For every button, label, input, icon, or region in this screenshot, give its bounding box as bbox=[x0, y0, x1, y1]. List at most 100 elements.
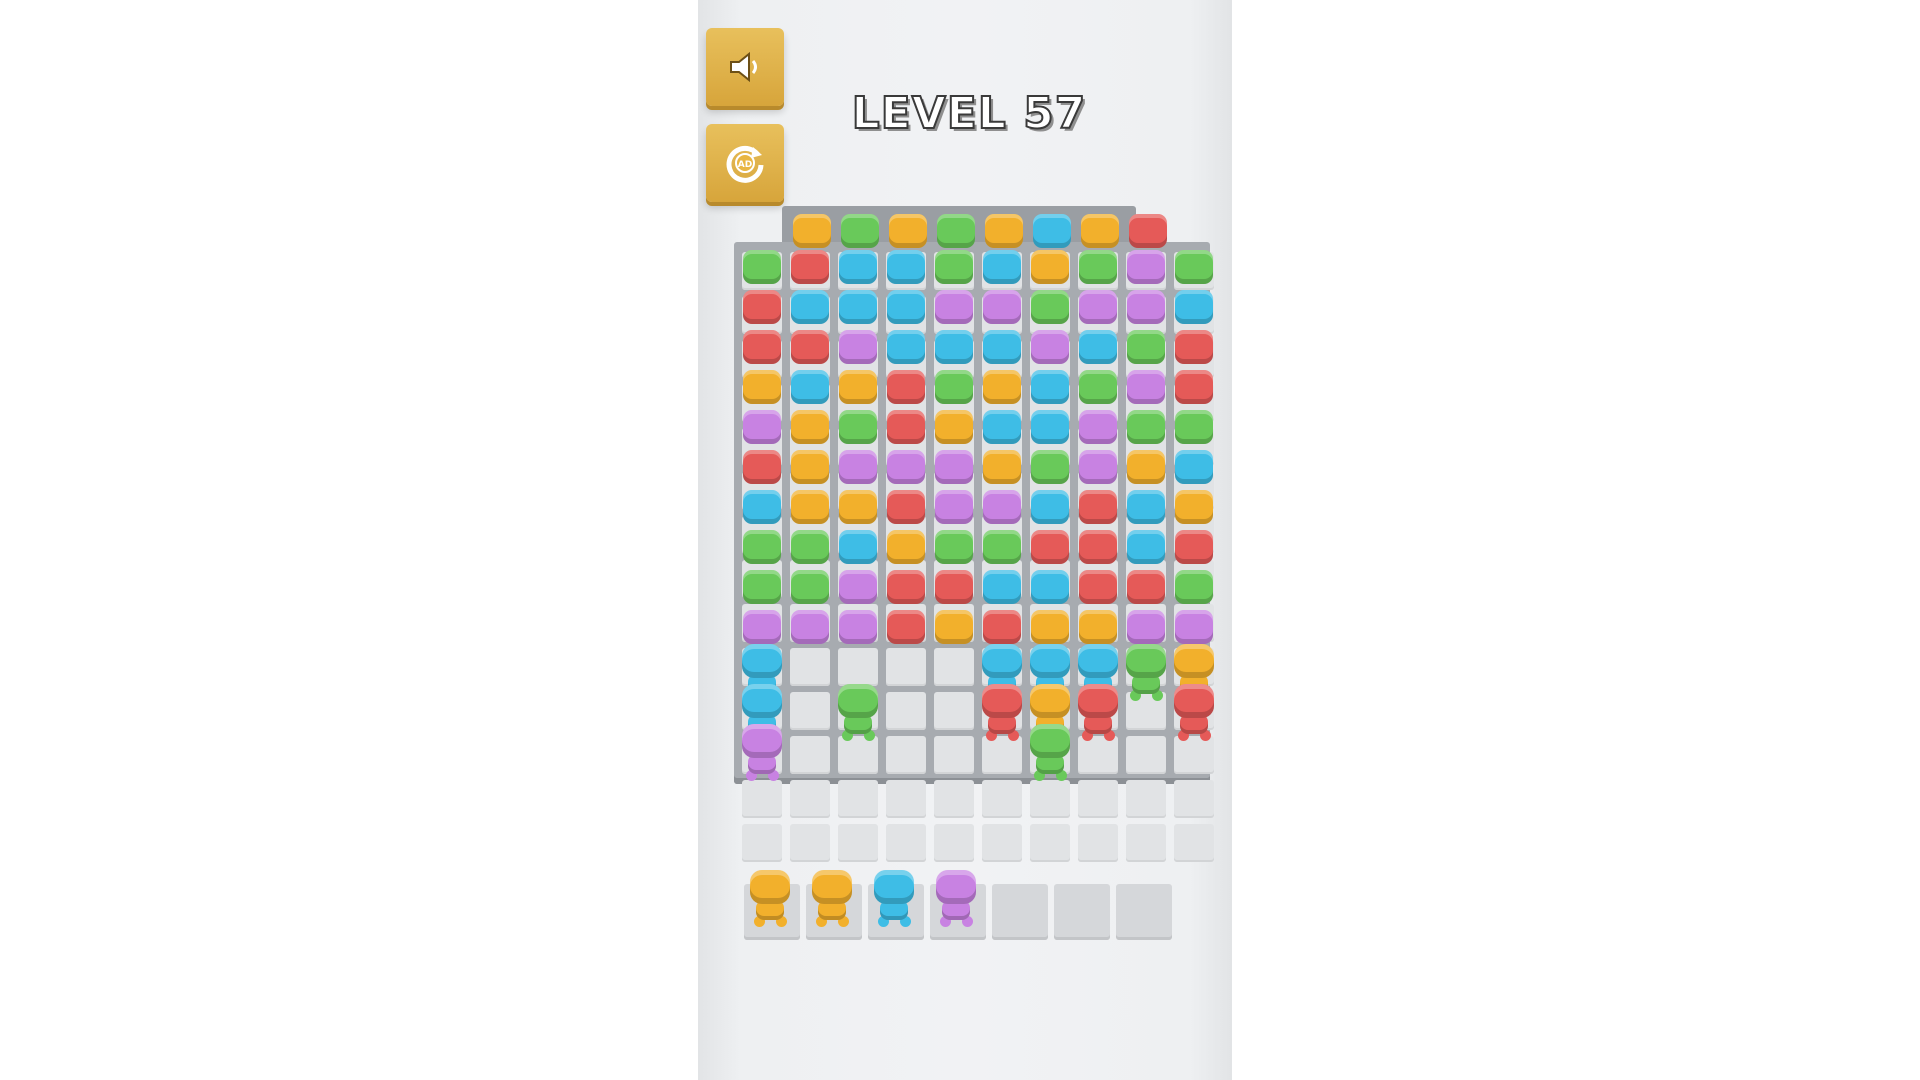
block-purple[interactable] bbox=[839, 570, 877, 604]
block-green[interactable] bbox=[743, 530, 781, 564]
block-blue[interactable] bbox=[983, 250, 1021, 284]
block-blue[interactable] bbox=[983, 330, 1021, 364]
block-orange[interactable] bbox=[791, 410, 829, 444]
block-blue[interactable] bbox=[1175, 290, 1213, 324]
block-purple[interactable] bbox=[935, 290, 973, 324]
block-green[interactable] bbox=[743, 250, 781, 284]
block-blue[interactable] bbox=[839, 530, 877, 564]
block-red[interactable] bbox=[791, 330, 829, 364]
block-purple[interactable] bbox=[983, 290, 1021, 324]
block-purple[interactable] bbox=[935, 490, 973, 524]
block-green[interactable] bbox=[983, 530, 1021, 564]
block-blue[interactable] bbox=[839, 290, 877, 324]
block-green[interactable] bbox=[937, 214, 975, 248]
block-red[interactable] bbox=[1127, 570, 1165, 604]
block-blue[interactable] bbox=[1031, 410, 1069, 444]
block-orange[interactable] bbox=[889, 214, 927, 248]
figure-red[interactable] bbox=[1172, 684, 1216, 742]
block-red[interactable] bbox=[743, 450, 781, 484]
block-green[interactable] bbox=[935, 370, 973, 404]
block-purple[interactable] bbox=[1127, 370, 1165, 404]
block-purple[interactable] bbox=[1031, 330, 1069, 364]
block-blue[interactable] bbox=[935, 330, 973, 364]
block-orange[interactable] bbox=[839, 370, 877, 404]
block-blue[interactable] bbox=[887, 330, 925, 364]
figure-purple[interactable] bbox=[740, 724, 784, 782]
block-purple[interactable] bbox=[839, 610, 877, 644]
block-blue[interactable] bbox=[1079, 330, 1117, 364]
block-green[interactable] bbox=[1127, 410, 1165, 444]
block-orange[interactable] bbox=[1031, 610, 1069, 644]
block-red[interactable] bbox=[1079, 570, 1117, 604]
block-green[interactable] bbox=[1175, 250, 1213, 284]
block-red[interactable] bbox=[1079, 490, 1117, 524]
block-purple[interactable] bbox=[983, 490, 1021, 524]
block-green[interactable] bbox=[1079, 250, 1117, 284]
block-blue[interactable] bbox=[983, 410, 1021, 444]
block-blue[interactable] bbox=[839, 250, 877, 284]
block-blue[interactable] bbox=[1127, 490, 1165, 524]
block-red[interactable] bbox=[743, 290, 781, 324]
block-red[interactable] bbox=[1175, 530, 1213, 564]
block-green[interactable] bbox=[1031, 290, 1069, 324]
block-purple[interactable] bbox=[1127, 250, 1165, 284]
block-purple[interactable] bbox=[743, 610, 781, 644]
tray-figure-blue[interactable] bbox=[872, 870, 916, 928]
block-green[interactable] bbox=[791, 570, 829, 604]
block-blue[interactable] bbox=[1127, 530, 1165, 564]
block-orange[interactable] bbox=[887, 530, 925, 564]
block-orange[interactable] bbox=[983, 370, 1021, 404]
block-orange[interactable] bbox=[791, 450, 829, 484]
block-orange[interactable] bbox=[1079, 610, 1117, 644]
block-purple[interactable] bbox=[839, 330, 877, 364]
block-purple[interactable] bbox=[887, 450, 925, 484]
block-red[interactable] bbox=[791, 250, 829, 284]
block-purple[interactable] bbox=[791, 610, 829, 644]
block-blue[interactable] bbox=[1031, 370, 1069, 404]
block-orange[interactable] bbox=[983, 450, 1021, 484]
block-red[interactable] bbox=[887, 410, 925, 444]
block-orange[interactable] bbox=[985, 214, 1023, 248]
block-orange[interactable] bbox=[1031, 250, 1069, 284]
block-blue[interactable] bbox=[1031, 570, 1069, 604]
block-green[interactable] bbox=[935, 530, 973, 564]
block-orange[interactable] bbox=[1081, 214, 1119, 248]
block-purple[interactable] bbox=[935, 450, 973, 484]
tray-figure-orange[interactable] bbox=[810, 870, 854, 928]
block-blue[interactable] bbox=[791, 290, 829, 324]
block-red[interactable] bbox=[1175, 370, 1213, 404]
block-purple[interactable] bbox=[1127, 610, 1165, 644]
block-orange[interactable] bbox=[793, 214, 831, 248]
block-red[interactable] bbox=[887, 570, 925, 604]
figure-green[interactable] bbox=[1124, 644, 1168, 702]
block-orange[interactable] bbox=[839, 490, 877, 524]
block-green[interactable] bbox=[1175, 410, 1213, 444]
block-red[interactable] bbox=[887, 610, 925, 644]
block-purple[interactable] bbox=[743, 410, 781, 444]
block-red[interactable] bbox=[1175, 330, 1213, 364]
block-orange[interactable] bbox=[743, 370, 781, 404]
block-purple[interactable] bbox=[1079, 410, 1117, 444]
tray-figure-purple[interactable] bbox=[934, 870, 978, 928]
block-blue[interactable] bbox=[1031, 490, 1069, 524]
block-red[interactable] bbox=[935, 570, 973, 604]
block-green[interactable] bbox=[1127, 330, 1165, 364]
block-green[interactable] bbox=[1079, 370, 1117, 404]
block-blue[interactable] bbox=[887, 250, 925, 284]
block-green[interactable] bbox=[1031, 450, 1069, 484]
block-blue[interactable] bbox=[1175, 450, 1213, 484]
block-purple[interactable] bbox=[1127, 290, 1165, 324]
figure-red[interactable] bbox=[1076, 684, 1120, 742]
block-green[interactable] bbox=[841, 214, 879, 248]
block-green[interactable] bbox=[743, 570, 781, 604]
block-orange[interactable] bbox=[1175, 490, 1213, 524]
block-purple[interactable] bbox=[1079, 450, 1117, 484]
block-orange[interactable] bbox=[935, 410, 973, 444]
tray-figure-orange[interactable] bbox=[748, 870, 792, 928]
block-red[interactable] bbox=[983, 610, 1021, 644]
block-red[interactable] bbox=[743, 330, 781, 364]
figure-green[interactable] bbox=[836, 684, 880, 742]
block-green[interactable] bbox=[791, 530, 829, 564]
figure-red[interactable] bbox=[980, 684, 1024, 742]
block-blue[interactable] bbox=[1033, 214, 1071, 248]
